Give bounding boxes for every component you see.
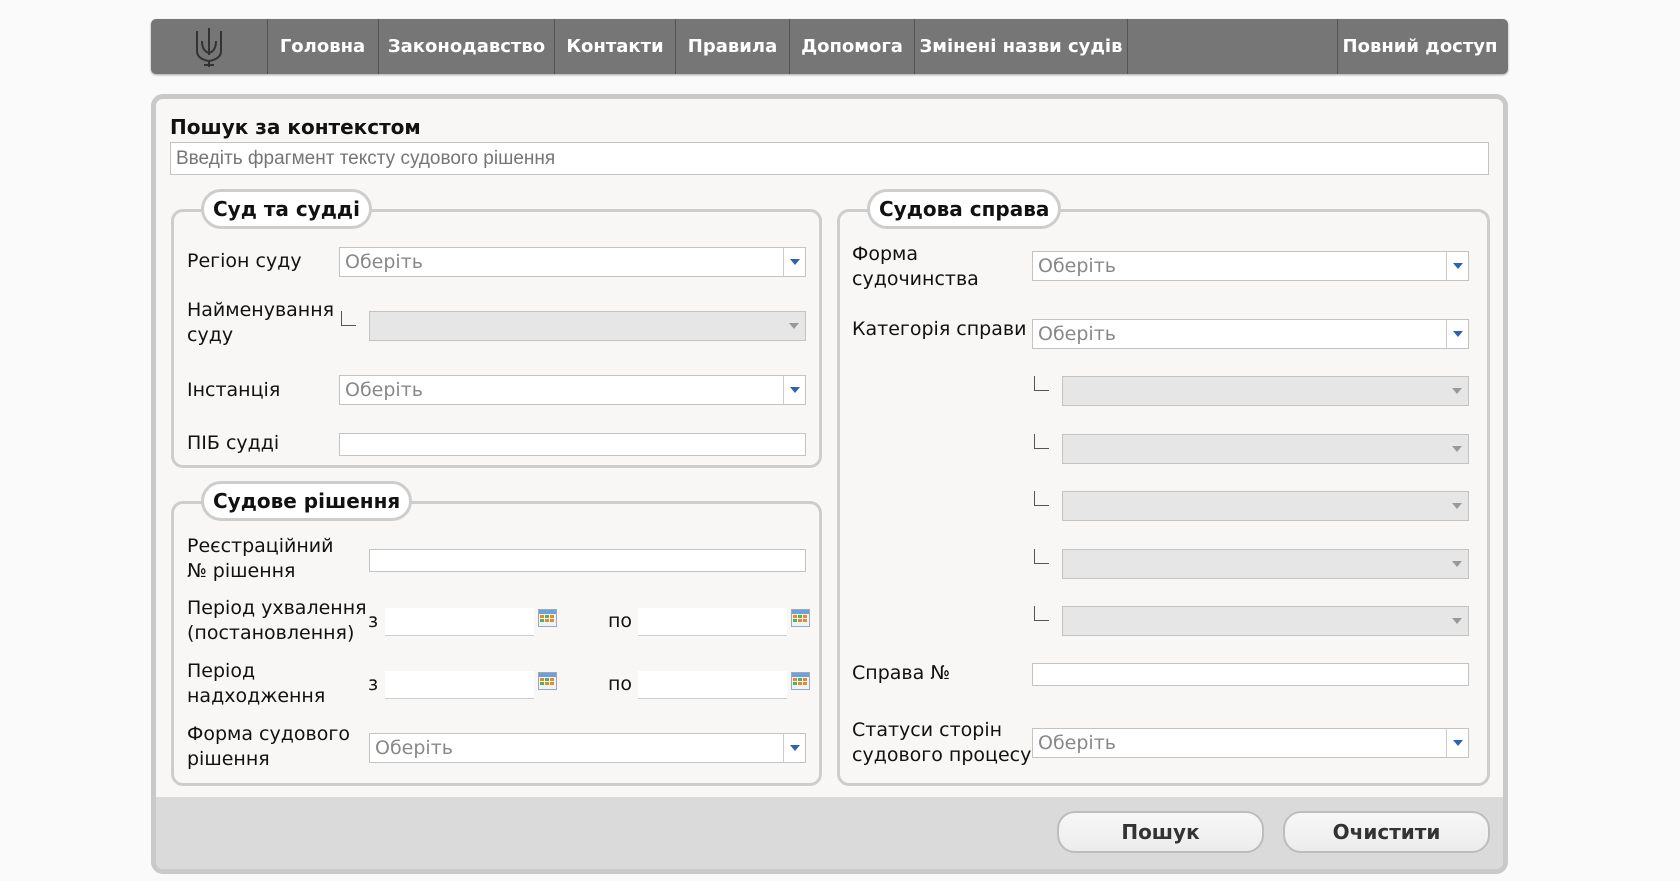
decision-form-label-line2: рішення <box>187 748 270 770</box>
proceeding-form-label: Форма судочинства <box>852 242 979 292</box>
court-name-label-line2: суду <box>187 324 234 346</box>
court-name-label-line1: Найменування <box>187 299 335 321</box>
nav-contacts[interactable]: Контакти <box>555 19 676 74</box>
subcategory-select-4[interactable] <box>1062 549 1469 579</box>
subcategory-select-3[interactable] <box>1062 491 1469 521</box>
sub-level-corner-icon <box>1034 434 1049 449</box>
registration-number-input[interactable] <box>369 549 806 572</box>
court-region-select-value: Оберіть <box>345 251 423 273</box>
search-form-panel: Пошук за контекстом Суд та судді Регіон … <box>151 94 1508 874</box>
decision-form-select-value: Оберіть <box>375 737 453 759</box>
instance-select-value: Оберіть <box>345 379 423 401</box>
court-name-label: Найменування суду <box>187 298 334 348</box>
adoption-period-label-line1: Період ухвалення <box>187 597 367 619</box>
decision-form-label: Форма судового рішення <box>187 722 350 772</box>
adoption-to-label: по <box>608 610 633 632</box>
subcategory-select-5[interactable] <box>1062 606 1469 636</box>
party-status-label: Статуси сторін судового процесу <box>852 718 1031 768</box>
receipt-from-label: з <box>368 673 379 695</box>
receipt-period-label-line2: надходження <box>187 685 326 707</box>
adoption-to-date-input[interactable] <box>638 608 787 636</box>
case-category-select-value: Оберіть <box>1038 323 1116 345</box>
receipt-period-label-line1: Період <box>187 660 256 682</box>
receipt-period-label: Період надходження <box>187 659 325 709</box>
nav-rules[interactable]: Правила <box>676 19 790 74</box>
court-name-select[interactable] <box>369 311 806 341</box>
chevron-down-icon[interactable] <box>783 248 805 276</box>
chevron-down-icon[interactable] <box>1446 492 1468 520</box>
chevron-down-icon[interactable] <box>1446 435 1468 463</box>
receipt-to-date-input[interactable] <box>638 671 787 699</box>
registration-number-label-line1: Реєстраційний <box>187 535 334 557</box>
nav-renamed-courts[interactable]: Змінені назви судів <box>915 19 1128 74</box>
court-region-label: Регіон суду <box>187 250 302 272</box>
proceeding-form-label-line2: судочинства <box>852 268 979 290</box>
chevron-down-icon[interactable] <box>1446 607 1468 635</box>
sub-level-corner-icon <box>341 311 356 326</box>
proceeding-form-select-value: Оберіть <box>1038 255 1116 277</box>
chevron-down-icon[interactable] <box>783 376 805 404</box>
instance-select[interactable]: Оберіть <box>339 375 806 405</box>
context-search-input[interactable] <box>170 142 1489 175</box>
adoption-period-label-line2: (постановлення) <box>187 622 355 644</box>
form-footer: Пошук Очистити <box>156 797 1503 869</box>
calendar-icon[interactable] <box>791 609 810 627</box>
chevron-down-icon[interactable] <box>1446 550 1468 578</box>
decision-form-label-line1: Форма судового <box>187 723 350 745</box>
calendar-icon[interactable] <box>538 609 557 627</box>
case-number-input[interactable] <box>1032 663 1469 686</box>
court-case-legend: Судова справа <box>867 189 1062 229</box>
court-region-select[interactable]: Оберіть <box>339 247 806 277</box>
case-number-label: Справа № <box>852 662 951 684</box>
clear-button[interactable]: Очистити <box>1283 811 1490 853</box>
sub-level-corner-icon <box>1034 491 1049 506</box>
top-navigation: Головна Законодавство Контакти Правила Д… <box>151 19 1508 74</box>
nav-home[interactable]: Головна <box>267 19 379 74</box>
nav-legislation[interactable]: Законодавство <box>379 19 555 74</box>
search-button[interactable]: Пошук <box>1057 811 1264 853</box>
registration-number-label-line2: № рішення <box>187 560 296 582</box>
adoption-from-date-input[interactable] <box>385 608 534 636</box>
subcategory-select-1[interactable] <box>1062 376 1469 406</box>
adoption-period-label: Період ухвалення (постановлення) <box>187 596 367 646</box>
receipt-to-label: по <box>608 673 633 695</box>
chevron-down-icon[interactable] <box>1446 320 1468 348</box>
judge-name-input[interactable] <box>339 433 806 456</box>
sub-level-corner-icon <box>1034 606 1049 621</box>
court-decision-legend: Судове рішення <box>201 481 413 521</box>
proceeding-form-label-line1: Форма <box>852 243 919 265</box>
sub-level-corner-icon <box>1034 549 1049 564</box>
case-category-label: Категорія справи <box>852 318 1027 340</box>
proceeding-form-select[interactable]: Оберіть <box>1032 251 1469 281</box>
nav-help[interactable]: Допомога <box>790 19 915 74</box>
context-search-label: Пошук за контекстом <box>170 115 421 139</box>
decision-form-select[interactable]: Оберіть <box>369 733 806 763</box>
party-status-label-line2: судового процесу <box>852 744 1032 766</box>
party-status-label-line1: Статуси сторін <box>852 719 1003 741</box>
calendar-icon[interactable] <box>538 672 557 690</box>
party-status-select[interactable]: Оберіть <box>1032 728 1469 758</box>
sub-level-corner-icon <box>1034 376 1049 391</box>
chevron-down-icon[interactable] <box>783 312 805 340</box>
instance-label: Інстанція <box>187 379 281 401</box>
trident-logo-icon[interactable] <box>151 19 268 74</box>
case-category-select[interactable]: Оберіть <box>1032 319 1469 349</box>
chevron-down-icon[interactable] <box>1446 252 1468 280</box>
court-judges-legend: Суд та судді <box>201 189 372 229</box>
subcategory-select-2[interactable] <box>1062 434 1469 464</box>
chevron-down-icon[interactable] <box>783 734 805 762</box>
party-status-select-value: Оберіть <box>1038 732 1116 754</box>
calendar-icon[interactable] <box>791 672 810 690</box>
judge-name-label: ПІБ судді <box>187 432 280 454</box>
receipt-from-date-input[interactable] <box>385 671 534 699</box>
nav-full-access[interactable]: Повний доступ <box>1337 19 1502 74</box>
chevron-down-icon[interactable] <box>1446 377 1468 405</box>
chevron-down-icon[interactable] <box>1446 729 1468 757</box>
adoption-from-label: з <box>368 610 379 632</box>
registration-number-label: Реєстраційний № рішення <box>187 534 333 584</box>
